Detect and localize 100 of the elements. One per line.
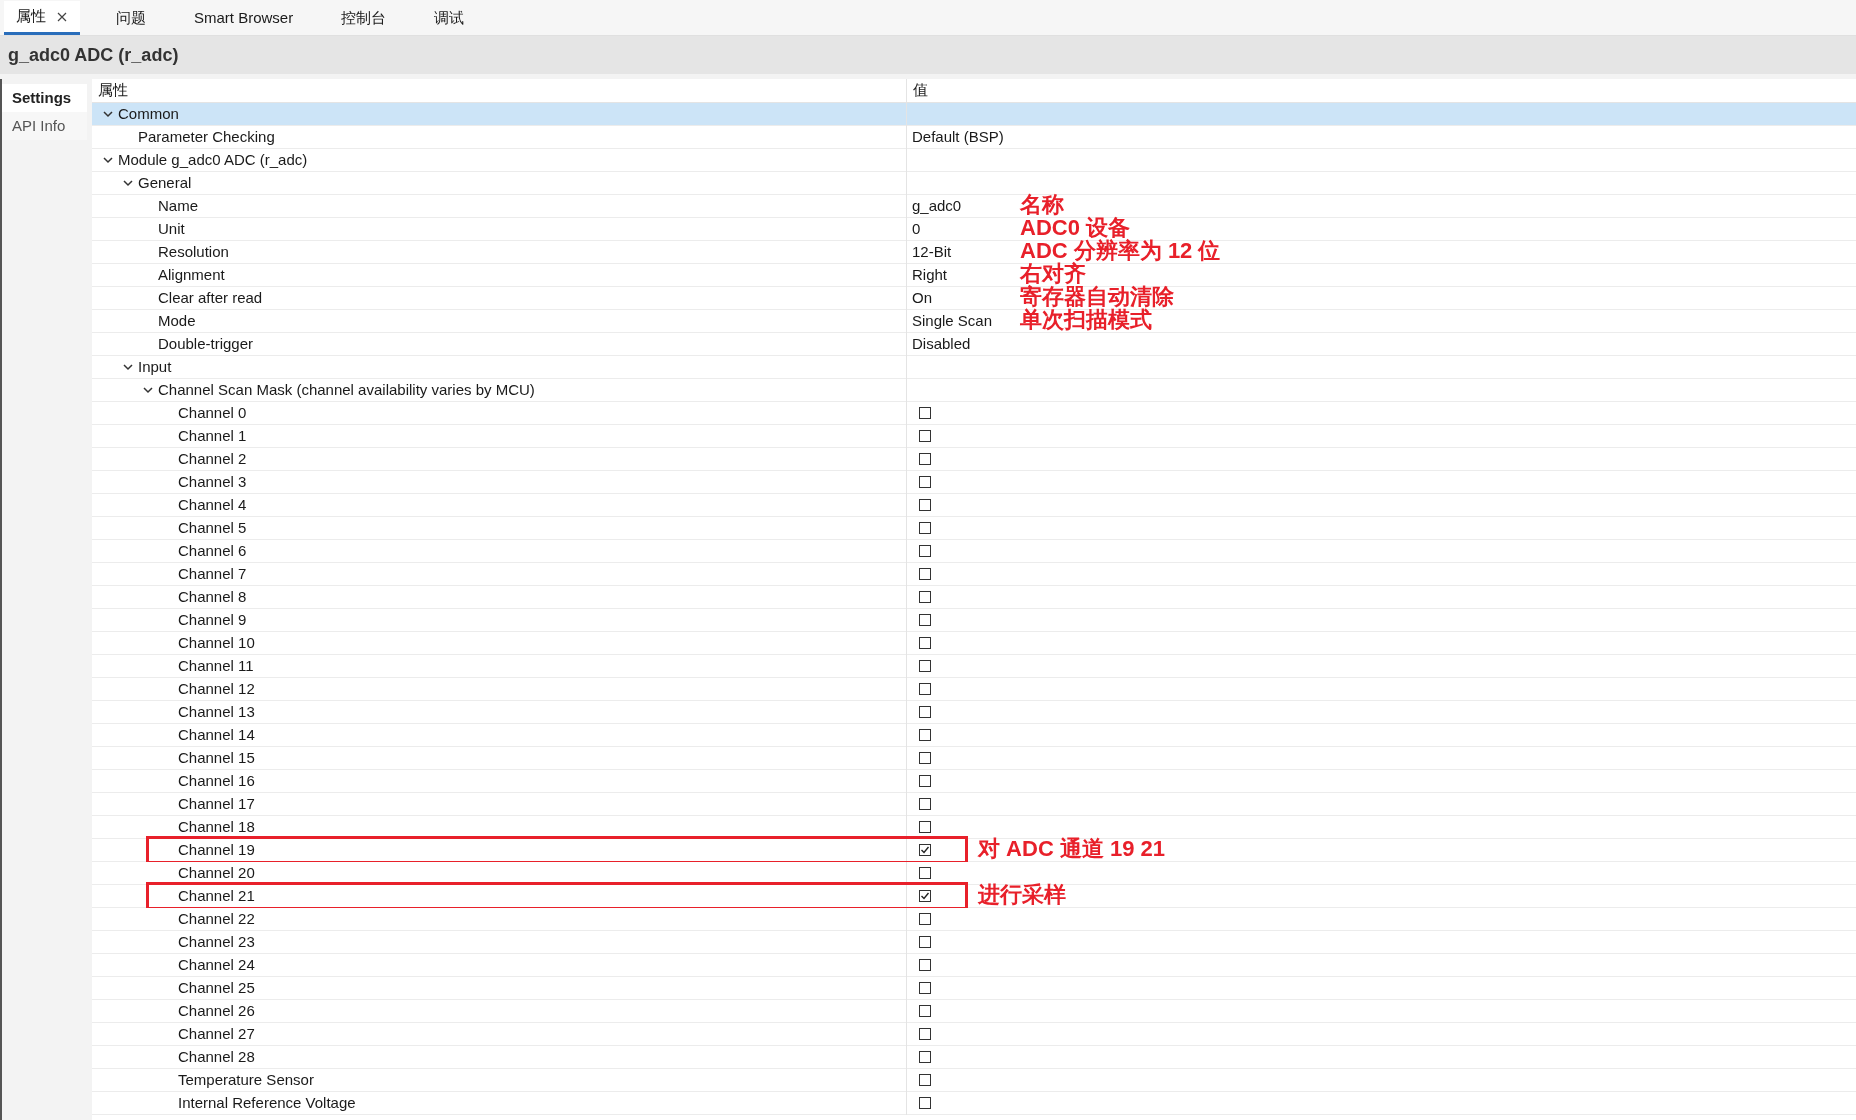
checkbox[interactable] — [919, 683, 931, 696]
property-name: Channel 8 — [178, 587, 247, 607]
checkbox[interactable] — [919, 1051, 931, 1064]
property-name: Channel 4 — [178, 495, 247, 515]
property-name: Channel 24 — [178, 955, 255, 975]
checkbox[interactable] — [919, 476, 931, 489]
annotation-text: 右对齐 — [1020, 261, 1086, 286]
side-tab[interactable]: API Info — [2, 112, 87, 140]
property-name: Channel 1 — [178, 426, 247, 446]
checkbox[interactable] — [919, 499, 931, 512]
property-name: Channel 21 — [178, 886, 255, 906]
property-value: Right — [912, 265, 948, 285]
checkbox[interactable] — [919, 913, 931, 926]
property-name: Channel 11 — [178, 656, 254, 676]
checkbox[interactable] — [919, 752, 931, 765]
property-name: Channel 25 — [178, 978, 255, 998]
property-name: Channel 18 — [178, 817, 255, 837]
property-name: Channel 17 — [178, 794, 255, 814]
column-header: 值 — [913, 80, 928, 101]
property-name: Channel 2 — [178, 449, 247, 469]
property-name: Channel 15 — [178, 748, 255, 768]
property-name: Clear after read — [158, 288, 263, 308]
checkbox[interactable] — [919, 637, 931, 650]
property-value: 12-Bit — [912, 242, 952, 262]
checkbox[interactable] — [919, 545, 931, 558]
checkbox[interactable] — [919, 1097, 931, 1110]
checkbox[interactable] — [919, 453, 931, 466]
property-name: Double-trigger — [158, 334, 254, 354]
property-name: Input — [138, 357, 172, 377]
checkbox[interactable] — [919, 1005, 931, 1018]
checkbox[interactable] — [919, 982, 931, 995]
property-name: Channel 0 — [178, 403, 247, 423]
property-name: Channel 16 — [178, 771, 255, 791]
checkbox[interactable] — [919, 1074, 931, 1087]
checkbox[interactable] — [919, 568, 931, 581]
annotation-text: 对 ADC 通道 19 21 — [978, 835, 1166, 863]
checkbox[interactable] — [919, 522, 931, 535]
checkbox[interactable] — [919, 798, 931, 811]
panel-title: g_adc0 ADC (r_adc) — [8, 43, 179, 67]
checkbox[interactable] — [919, 959, 931, 972]
checkbox[interactable] — [919, 706, 931, 719]
property-value: Single Scan — [912, 311, 993, 331]
tab[interactable]: 属性 — [4, 1, 80, 35]
checkbox[interactable] — [919, 867, 931, 880]
property-name: Channel 9 — [178, 610, 247, 630]
checkbox[interactable] — [919, 936, 931, 949]
property-name: Channel 10 — [178, 633, 255, 653]
checkbox[interactable] — [919, 407, 931, 420]
property-name: Internal Reference Voltage — [178, 1093, 356, 1113]
property-name: Temperature Sensor — [178, 1070, 314, 1090]
property-name: Channel 27 — [178, 1024, 255, 1044]
tab[interactable]: 问题 — [104, 1, 158, 35]
property-name: Channel 26 — [178, 1001, 255, 1021]
property-value: Disabled — [912, 334, 971, 354]
checkbox[interactable] — [919, 844, 931, 857]
property-value: On — [912, 288, 932, 308]
property-name: Channel Scan Mask (channel availability varies by MCU) — [158, 380, 535, 400]
checkbox[interactable] — [919, 660, 931, 673]
checkbox[interactable] — [919, 591, 931, 604]
property-name: Mode — [158, 311, 196, 331]
checkbox[interactable] — [919, 430, 931, 443]
property-name: Channel 6 — [178, 541, 247, 561]
property-value: 0 — [912, 219, 921, 239]
property-name: Alignment — [158, 265, 225, 285]
property-name: Channel 7 — [178, 564, 247, 584]
column-header: 属性 — [98, 80, 128, 101]
property-name: Channel 28 — [178, 1047, 255, 1067]
property-name: Module g_adc0 ADC (r_adc) — [118, 150, 308, 170]
annotation-text: ADC 分辨率为 12 位 — [1020, 238, 1221, 263]
property-value: g_adc0 — [912, 196, 962, 216]
checkbox[interactable] — [919, 775, 931, 788]
property-name: General — [138, 173, 192, 193]
close-icon[interactable] — [56, 10, 68, 23]
checkbox[interactable] — [919, 890, 931, 903]
property-name: Channel 5 — [178, 518, 247, 538]
property-name: Channel 14 — [178, 725, 255, 745]
tab[interactable]: 调试 — [422, 1, 477, 35]
tab[interactable]: Smart Browser — [182, 1, 306, 35]
property-name: Channel 22 — [178, 909, 255, 929]
property-name: Unit — [158, 219, 185, 239]
side-tab[interactable]: Settings — [2, 84, 87, 112]
property-name: Resolution — [158, 242, 229, 262]
checkbox[interactable] — [919, 729, 931, 742]
annotation-text: 单次扫描模式 — [1020, 307, 1152, 334]
property-name: Channel 19 — [178, 840, 255, 860]
property-name: Name — [158, 196, 198, 216]
checkbox[interactable] — [919, 614, 931, 627]
property-name: Channel 13 — [178, 702, 255, 722]
property-name: Parameter Checking — [138, 127, 275, 147]
checkbox[interactable] — [919, 821, 931, 834]
checkbox[interactable] — [919, 1028, 931, 1041]
property-name: Channel 20 — [178, 863, 255, 883]
property-value: Default (BSP) — [912, 127, 1004, 147]
property-name: Channel 23 — [178, 932, 255, 952]
annotation-text: 寄存器自动清除 — [1020, 284, 1174, 309]
property-name: Common — [118, 104, 179, 124]
annotation-text: 进行采样 — [978, 881, 1066, 909]
tab[interactable]: 控制台 — [329, 1, 399, 35]
property-name: Channel 3 — [178, 472, 247, 492]
property-name: Channel 12 — [178, 679, 255, 699]
